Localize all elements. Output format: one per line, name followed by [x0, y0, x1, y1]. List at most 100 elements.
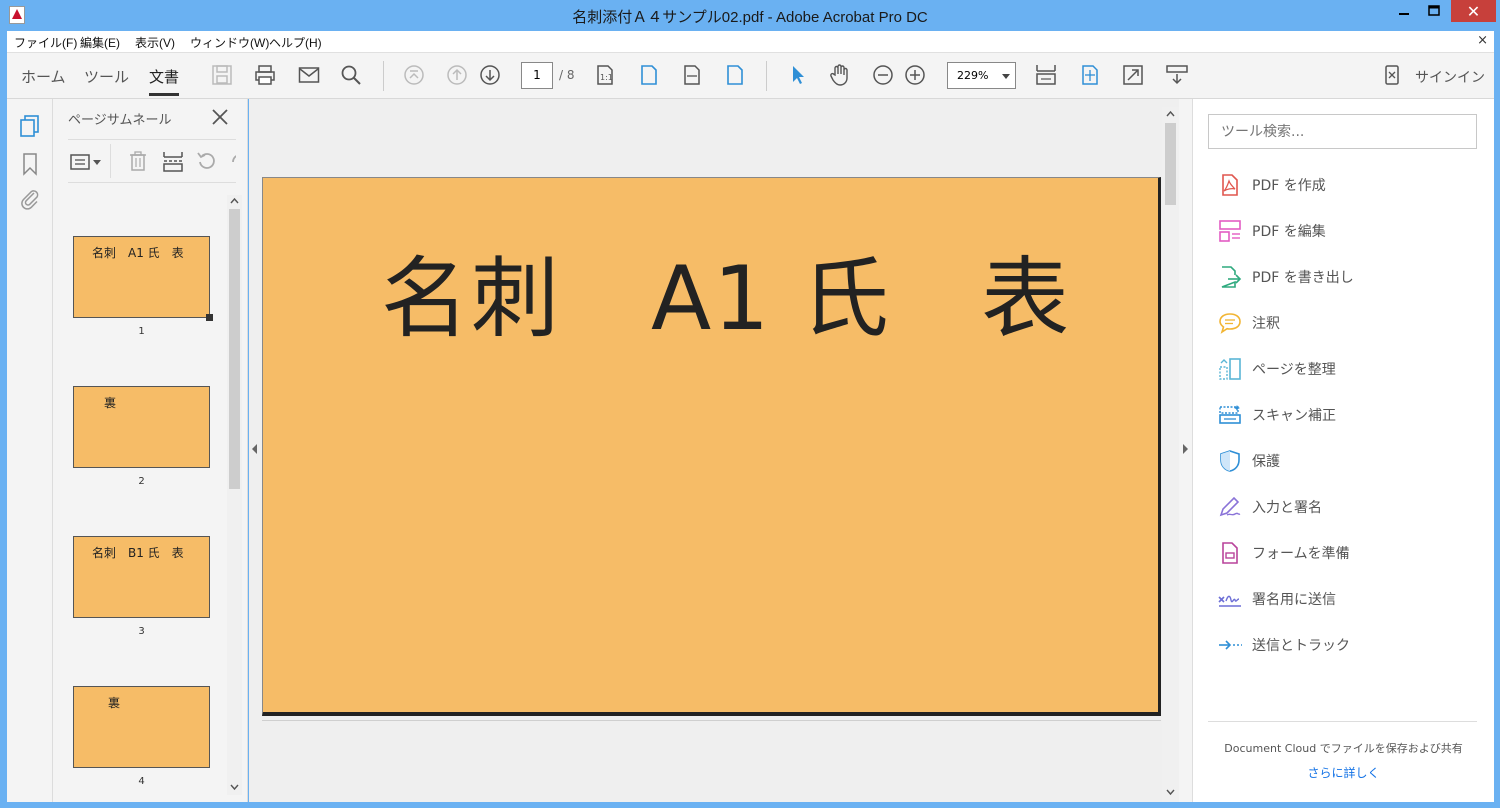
- bookmarks-button[interactable]: [21, 152, 39, 180]
- close-window-button[interactable]: ✕: [1451, 0, 1496, 22]
- zoom-in-icon: [905, 65, 925, 85]
- tool-export-pdf[interactable]: PDF を書き出し: [1217, 262, 1477, 292]
- tool-protect[interactable]: 保護: [1217, 446, 1477, 476]
- menu-edit[interactable]: 編集(E): [80, 34, 120, 51]
- cursor-arrow-icon: [793, 66, 804, 84]
- page-thumbnail-4[interactable]: 裏: [73, 686, 210, 768]
- more-tools-button[interactable]: [1165, 63, 1189, 87]
- minimize-icon: [1399, 13, 1409, 15]
- hand-icon: [830, 64, 848, 86]
- protect-icon: [1217, 448, 1243, 474]
- zoom-in-button[interactable]: [903, 63, 927, 87]
- insert-page-button[interactable]: [162, 150, 184, 176]
- collapse-right-panel-icon[interactable]: [1183, 444, 1188, 454]
- sign-in-link[interactable]: サインイン: [1415, 67, 1485, 87]
- maximize-icon: [1428, 5, 1440, 16]
- attachments-button[interactable]: [20, 188, 40, 214]
- scrollbar-thumb[interactable]: [1165, 123, 1176, 205]
- rotate-view-button[interactable]: [1078, 63, 1102, 87]
- thumbnail-text: 名刺 A1 氏 表: [92, 246, 184, 260]
- tool-send-and-track[interactable]: 送信とトラック: [1217, 630, 1477, 660]
- page-thumbnail-3[interactable]: 名刺 B1 氏 表: [73, 536, 210, 618]
- next-page-button[interactable]: [478, 63, 502, 87]
- rotate-clockwise-button[interactable]: [227, 150, 236, 176]
- collapse-left-panel-icon[interactable]: [252, 444, 257, 454]
- scrollbar-thumb[interactable]: [229, 209, 240, 489]
- page-thumbnail-1[interactable]: 名刺 A1 氏 表: [73, 236, 213, 321]
- tool-label: ページを整理: [1252, 362, 1336, 378]
- document-cloud-text: Document Cloud でファイルを保存および共有: [1224, 742, 1463, 755]
- print-button[interactable]: [253, 63, 277, 87]
- page-thumbnails-button[interactable]: [19, 114, 41, 142]
- menu-help[interactable]: ヘルプ(H): [269, 34, 322, 51]
- resize-handle[interactable]: [206, 314, 213, 321]
- page-thumbnails-icon: [20, 115, 39, 137]
- page-thumbnail-2[interactable]: 裏: [73, 386, 210, 468]
- scroll-up-icon[interactable]: [227, 195, 242, 207]
- tool-search-input[interactable]: [1208, 114, 1477, 149]
- mobile-link-button[interactable]: [1380, 63, 1404, 87]
- email-button[interactable]: [297, 63, 321, 87]
- close-document-button[interactable]: ×: [1477, 33, 1488, 48]
- minimize-button[interactable]: [1390, 0, 1418, 22]
- tool-prepare-form[interactable]: フォームを準備: [1217, 538, 1477, 568]
- print-icon: [255, 65, 275, 85]
- thumbnail-page-number: 2: [138, 476, 145, 487]
- menu-file[interactable]: ファイル(F): [14, 34, 77, 51]
- first-page-button[interactable]: [402, 63, 426, 87]
- find-button[interactable]: [339, 63, 363, 87]
- tool-organize-pages[interactable]: ページを整理: [1217, 354, 1477, 384]
- scroll-mode-button[interactable]: [1034, 63, 1058, 87]
- delete-page-button[interactable]: [128, 150, 148, 176]
- mail-icon: [298, 67, 320, 83]
- actual-size-button[interactable]: 1:1: [593, 63, 617, 87]
- tab-document[interactable]: 文書: [149, 66, 180, 96]
- fit-page-button[interactable]: [637, 63, 661, 87]
- scroll-up-icon[interactable]: [1162, 107, 1179, 121]
- tool-fill-sign[interactable]: 入力と署名: [1217, 492, 1477, 522]
- tools-pane-toggle[interactable]: [1179, 99, 1193, 802]
- menu-view[interactable]: 表示(V): [135, 34, 175, 51]
- cloud-divider: [1208, 721, 1477, 722]
- fit-page-icon: [641, 65, 657, 85]
- tool-comment[interactable]: 注釈: [1217, 308, 1477, 338]
- maximize-button[interactable]: [1420, 0, 1448, 22]
- tab-home[interactable]: ホーム: [21, 66, 66, 87]
- hand-tool-button[interactable]: [828, 63, 852, 87]
- menu-bar: ファイル(F) 編集(E) 表示(V) ウィンドウ(W) ヘルプ(H) ×: [7, 31, 1494, 53]
- document-scrollbar[interactable]: [1162, 107, 1179, 802]
- learn-more-link[interactable]: さらに詳しく: [1193, 764, 1494, 781]
- thumbnail-text: 名刺 B1 氏 表: [92, 546, 184, 560]
- pdf-page[interactable]: 名刺 A1 氏 表: [262, 177, 1161, 716]
- scroll-down-icon[interactable]: [227, 781, 242, 793]
- single-page-button[interactable]: [723, 63, 747, 87]
- thumbnail-options-button[interactable]: [70, 152, 102, 176]
- close-panel-button[interactable]: [211, 107, 229, 131]
- export-pdf-icon: [1217, 264, 1243, 290]
- tool-scan[interactable]: スキャン補正: [1217, 400, 1477, 430]
- full-screen-button[interactable]: [1121, 63, 1145, 87]
- page-number-input[interactable]: 1: [521, 62, 553, 89]
- tool-send-for-signature[interactable]: 署名用に送信: [1217, 584, 1477, 614]
- rotate-counterclockwise-button[interactable]: [195, 150, 217, 176]
- document-view[interactable]: 名刺 A1 氏 表: [249, 99, 1179, 802]
- tab-tools[interactable]: ツール: [84, 66, 129, 87]
- close-icon: [212, 109, 228, 125]
- fit-width-button[interactable]: [680, 63, 704, 87]
- thumbnail-text: 裏: [108, 696, 121, 710]
- zoom-out-button[interactable]: [871, 63, 895, 87]
- thumbnail-page-number: 3: [138, 626, 145, 637]
- scroll-down-icon[interactable]: [1162, 785, 1179, 799]
- previous-page-button[interactable]: [445, 63, 469, 87]
- acrobat-window: 名刺添付Ａ４サンプル02.pdf - Adobe Acrobat Pro DC …: [0, 0, 1500, 808]
- tool-edit-pdf[interactable]: PDF を編集: [1217, 216, 1477, 246]
- menu-window[interactable]: ウィンドウ(W): [190, 34, 269, 51]
- arrow-up-icon: [447, 65, 467, 85]
- svg-text:1:1: 1:1: [600, 73, 613, 82]
- select-tool-button[interactable]: [786, 63, 810, 87]
- save-button[interactable]: [210, 63, 234, 87]
- tool-create-pdf[interactable]: PDF を作成: [1217, 170, 1477, 200]
- rotate-right-icon: [232, 155, 236, 163]
- thumbnail-scrollbar[interactable]: [227, 195, 242, 795]
- zoom-level-select[interactable]: 229%: [947, 62, 1016, 89]
